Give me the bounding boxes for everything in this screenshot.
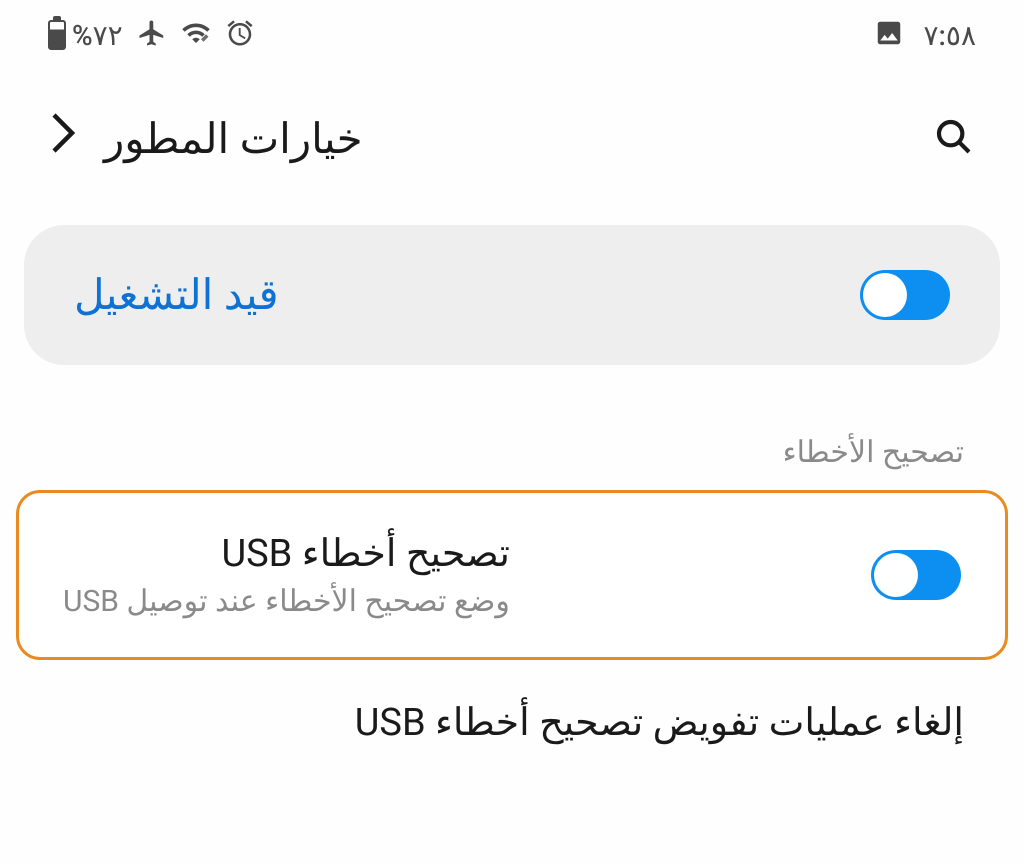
master-toggle-row[interactable]: قيد التشغيل bbox=[24, 225, 1000, 365]
status-bar: %٧٢ ٧:٥٨ bbox=[0, 0, 1024, 62]
master-toggle-switch[interactable] bbox=[860, 270, 950, 320]
airplane-icon bbox=[137, 18, 167, 52]
page-title: خيارات المطور bbox=[104, 114, 363, 164]
battery-icon bbox=[48, 20, 66, 50]
usb-debugging-toggle[interactable] bbox=[871, 550, 961, 600]
wifi-icon bbox=[181, 18, 211, 52]
battery-indicator: %٧٢ bbox=[48, 19, 123, 52]
clock-time: ٧:٥٨ bbox=[924, 19, 977, 52]
usb-debugging-row[interactable]: تصحيح أخطاء USB وضع تصحيح الأخطاء عند تو… bbox=[16, 490, 1008, 660]
picture-icon bbox=[874, 18, 904, 52]
search-button[interactable] bbox=[934, 117, 974, 161]
status-left-group: %٧٢ bbox=[48, 18, 255, 52]
section-title-debugging: تصحيح الأخطاء bbox=[60, 435, 964, 470]
usb-debugging-title: تصحيح أخطاء USB bbox=[63, 531, 510, 576]
battery-percent: %٧٢ bbox=[72, 19, 123, 52]
header-bar: خيارات المطور bbox=[0, 62, 1024, 205]
usb-debugging-subtitle: وضع تصحيح الأخطاء عند توصيل USB bbox=[63, 584, 510, 619]
revoke-usb-title: إلغاء عمليات تفويض تصحيح أخطاء USB bbox=[60, 700, 964, 745]
alarm-icon bbox=[225, 18, 255, 52]
status-right-group: ٧:٥٨ bbox=[874, 18, 977, 52]
revoke-usb-row[interactable]: إلغاء عمليات تفويض تصحيح أخطاء USB bbox=[60, 700, 964, 745]
master-toggle-label: قيد التشغيل bbox=[74, 270, 279, 320]
back-button[interactable] bbox=[50, 112, 76, 165]
